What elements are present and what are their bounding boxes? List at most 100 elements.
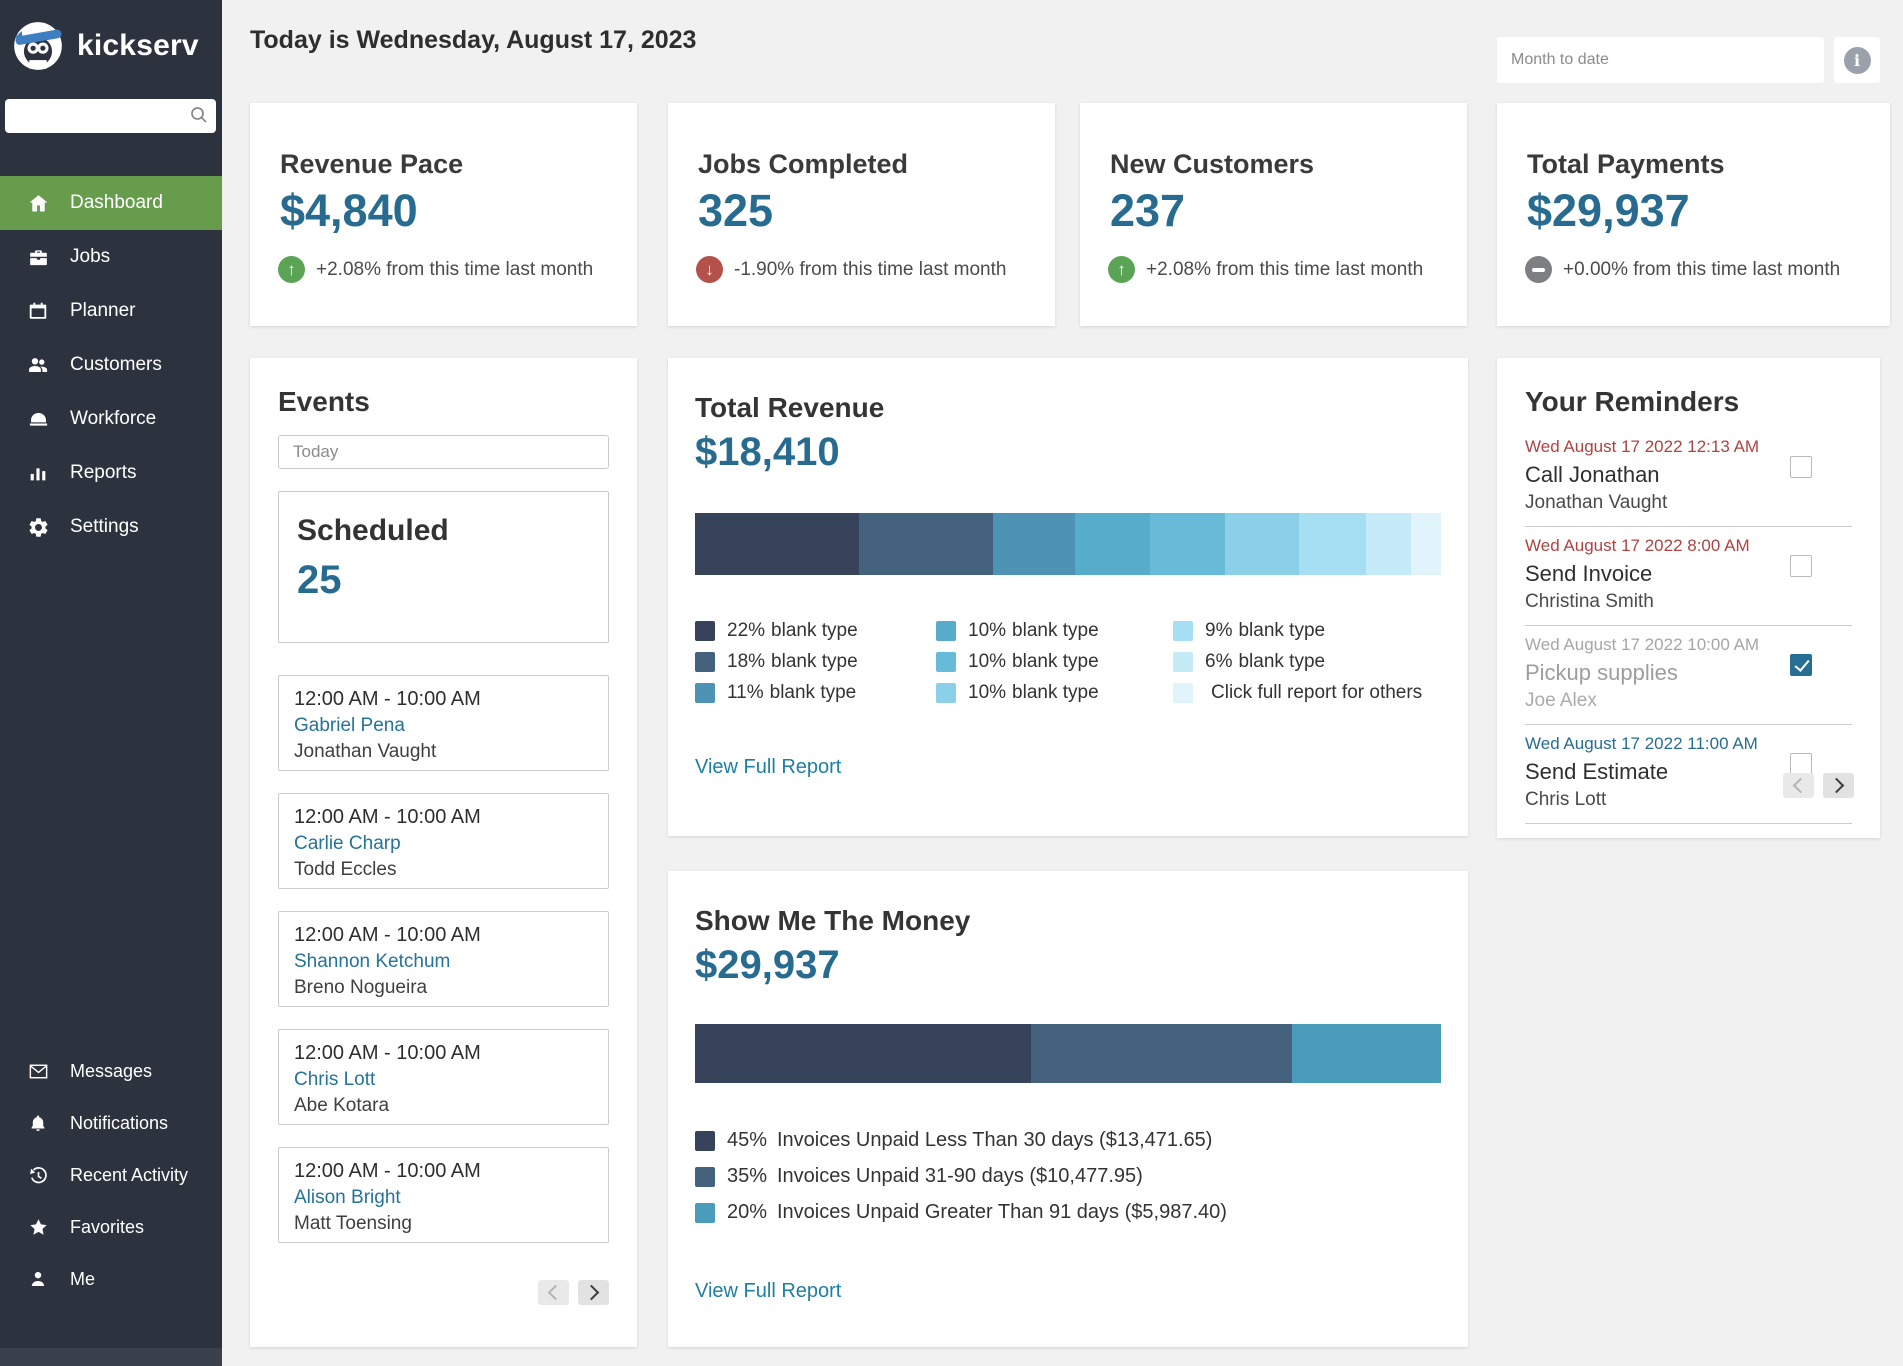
sidebar-item-favorites[interactable]: Favorites	[0, 1201, 222, 1253]
sidebar-item-recent-activity[interactable]: Recent Activity	[0, 1149, 222, 1201]
kpi-value: $4,840	[280, 185, 637, 237]
home-icon	[25, 192, 51, 215]
event-assignee: Matt Toensing	[294, 1213, 593, 1235]
view-full-report-link[interactable]: View Full Report	[695, 1280, 841, 1303]
legend-label: blank type	[1238, 651, 1325, 673]
event-item-shannon-ketchum[interactable]: 12:00 AM - 10:00 AM Shannon Ketchum Bren…	[278, 911, 609, 1007]
chevron-right-icon	[1829, 778, 1845, 794]
bar-segment[interactable]	[1150, 513, 1225, 575]
reminder-checkbox[interactable]	[1790, 555, 1812, 577]
kpi-row: Revenue Pace $4,840 +2.08% from this tim…	[250, 103, 1890, 326]
total-revenue-title: Total Revenue	[695, 392, 1441, 424]
events-date-filter-input[interactable]	[278, 435, 609, 469]
reminder-item-call-jonathan: Wed August 17 2022 12:13 AM Call Jonatha…	[1525, 428, 1852, 527]
reminder-checkbox[interactable]	[1790, 456, 1812, 478]
events-title: Events	[278, 386, 609, 418]
hardhat-icon	[25, 408, 51, 431]
kpi-delta-text: +2.08% from this time last month	[1146, 259, 1423, 281]
legend-swatch	[695, 1167, 715, 1187]
unpaid-invoices-bar[interactable]	[695, 1024, 1441, 1083]
legend-label: blank type	[1012, 651, 1099, 673]
date-range-input[interactable]	[1497, 37, 1824, 83]
legend-label: blank type	[771, 620, 858, 642]
legend-item: 45% Invoices Unpaid Less Than 30 days ($…	[695, 1129, 1441, 1152]
event-item-alison-bright[interactable]: 12:00 AM - 10:00 AM Alison Bright Matt T…	[278, 1147, 609, 1243]
sidebar-item-messages[interactable]: Messages	[0, 1045, 222, 1097]
kickserv-dashboard: kickserv Dashboard Jobs	[0, 0, 1903, 1366]
sidebar-item-jobs[interactable]: Jobs	[0, 230, 222, 284]
chevron-right-icon	[584, 1285, 600, 1301]
search-input[interactable]	[5, 99, 216, 133]
event-time: 12:00 AM - 10:00 AM	[294, 1160, 593, 1183]
legend-percent: 6%	[1205, 651, 1232, 673]
reminder-checkbox[interactable]	[1790, 753, 1812, 775]
event-item-gabriel-pena[interactable]: 12:00 AM - 10:00 AM Gabriel Pena Jonatha…	[278, 675, 609, 771]
events-pagination	[538, 1280, 609, 1305]
brand[interactable]: kickserv	[0, 0, 222, 72]
bar-segment[interactable]	[1411, 513, 1441, 575]
kpi-card-revenue-pace: Revenue Pace $4,840 +2.08% from this tim…	[250, 103, 637, 326]
legend-percent: 22%	[727, 620, 765, 642]
events-next-page-button[interactable]	[578, 1280, 609, 1305]
legend-item: 11% blank type	[695, 682, 936, 704]
bar-segment[interactable]	[695, 1024, 1031, 1083]
legend-item: 18% blank type	[695, 651, 936, 673]
reminder-item-send-invoice: Wed August 17 2022 8:00 AM Send Invoice …	[1525, 527, 1852, 626]
legend-swatch	[936, 683, 956, 703]
calendar-icon	[25, 300, 51, 322]
sidebar-item-settings[interactable]: Settings	[0, 500, 222, 554]
reminders-next-page-button[interactable]	[1823, 773, 1854, 798]
sidebar-item-me[interactable]: Me	[0, 1253, 222, 1305]
bar-segment[interactable]	[1225, 513, 1300, 575]
legend-item: 10% blank type	[936, 682, 1173, 704]
event-item-carlie-charp[interactable]: 12:00 AM - 10:00 AM Carlie Charp Todd Ec…	[278, 793, 609, 889]
event-item-chris-lott[interactable]: 12:00 AM - 10:00 AM Chris Lott Abe Kotar…	[278, 1029, 609, 1125]
trend-icon	[1525, 256, 1552, 283]
event-assignee: Breno Nogueira	[294, 977, 593, 999]
event-customer-link[interactable]: Shannon Ketchum	[294, 951, 593, 973]
sidebar-item-dashboard[interactable]: Dashboard	[0, 176, 222, 230]
bar-segment[interactable]	[993, 513, 1075, 575]
kpi-value: 237	[1110, 185, 1467, 237]
kpi-delta-text: +2.08% from this time last month	[316, 259, 593, 281]
envelope-icon	[25, 1060, 51, 1083]
bar-segment[interactable]	[1299, 513, 1366, 575]
kpi-delta: -1.90% from this time last month	[696, 256, 1055, 283]
total-revenue-legend: 22% blank type 18% blank type 11% blank …	[695, 615, 1441, 708]
view-full-report-link[interactable]: View Full Report	[695, 756, 841, 779]
legend-swatch	[1173, 652, 1193, 672]
bar-segment[interactable]	[695, 513, 859, 575]
kpi-card-new-customers: New Customers 237 +2.08% from this time …	[1080, 103, 1467, 326]
sidebar-item-planner[interactable]: Planner	[0, 284, 222, 338]
event-assignee: Todd Eccles	[294, 859, 593, 881]
sidebar-item-reports[interactable]: Reports	[0, 446, 222, 500]
bar-segment[interactable]	[1292, 1024, 1441, 1083]
legend-item: 35% Invoices Unpaid 31-90 days ($10,477.…	[695, 1165, 1441, 1188]
sidebar-item-notifications[interactable]: Notifications	[0, 1097, 222, 1149]
events-prev-page-button[interactable]	[538, 1280, 569, 1305]
legend-percent: 18%	[727, 651, 765, 673]
event-customer-link[interactable]: Alison Bright	[294, 1187, 593, 1209]
event-customer-link[interactable]: Carlie Charp	[294, 833, 593, 855]
event-time: 12:00 AM - 10:00 AM	[294, 688, 593, 711]
bar-segment[interactable]	[1366, 513, 1411, 575]
legend-percent: 45%	[727, 1129, 775, 1152]
total-revenue-bar[interactable]	[695, 513, 1441, 575]
history-icon	[25, 1164, 51, 1187]
event-customer-link[interactable]: Chris Lott	[294, 1069, 593, 1091]
kpi-delta-text: +0.00% from this time last month	[1563, 259, 1840, 281]
reminder-checkbox[interactable]	[1790, 654, 1812, 676]
event-customer-link[interactable]: Gabriel Pena	[294, 715, 593, 737]
info-button[interactable]: i	[1834, 37, 1880, 83]
sidebar-item-workforce[interactable]: Workforce	[0, 392, 222, 446]
bar-segment[interactable]	[1031, 1024, 1292, 1083]
trend-icon	[1108, 256, 1135, 283]
kpi-delta: +2.08% from this time last month	[1108, 256, 1467, 283]
page-title: Today is Wednesday, August 17, 2023	[250, 26, 696, 55]
kpi-value: $29,937	[1527, 185, 1890, 237]
bar-segment[interactable]	[1075, 513, 1150, 575]
sidebar-item-customers[interactable]: Customers	[0, 338, 222, 392]
sidebar-footer	[0, 1348, 222, 1366]
bar-segment[interactable]	[859, 513, 993, 575]
reminders-prev-page-button[interactable]	[1783, 773, 1814, 798]
